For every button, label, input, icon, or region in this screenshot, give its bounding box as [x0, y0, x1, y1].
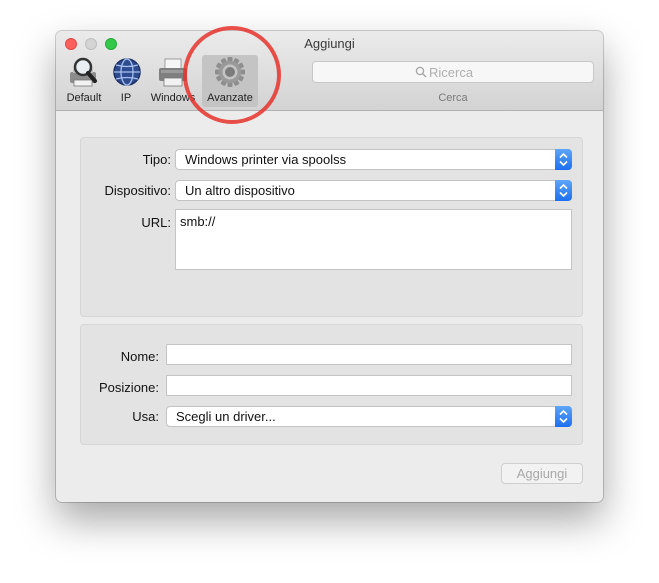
annotation-circle [183, 26, 281, 124]
dispositivo-popup[interactable]: Un altro dispositivo [175, 180, 572, 201]
dispositivo-label: Dispositivo: [104, 183, 171, 198]
tipo-label: Tipo: [142, 152, 171, 167]
title-toolbar: Aggiungi Default IP Windows Avanzate Ric… [56, 31, 603, 111]
nome-label: Nome: [120, 349, 159, 364]
toolbar-item-label: IP [120, 92, 132, 104]
nome-field[interactable] [166, 344, 572, 365]
toolbar-item-label: Default [66, 92, 102, 104]
chevron-updown-icon [555, 406, 572, 427]
globe-icon [113, 58, 141, 86]
url-field[interactable]: smb:// [175, 209, 572, 270]
toolbar-item-ip[interactable]: IP [110, 55, 142, 107]
window-title: Aggiungi [304, 36, 355, 51]
tipo-value: Windows printer via spoolss [185, 152, 347, 167]
chevron-updown-icon [555, 180, 572, 201]
search-input[interactable] [429, 64, 579, 80]
add-printer-window: Aggiungi Default IP Windows Avanzate Ric… [56, 31, 603, 502]
magnifier-printer-icon [70, 57, 97, 87]
tipo-popup[interactable]: Windows printer via spoolss [175, 149, 572, 170]
add-button[interactable]: Aggiungi [501, 463, 583, 484]
printer-details-group: Nome: Posizione: Usa: Scegli un driver..… [80, 324, 583, 445]
posizione-label: Posizione: [99, 380, 159, 395]
url-value: smb:// [180, 214, 216, 229]
url-label: URL: [141, 215, 171, 230]
toolbar-item-default[interactable]: Default [64, 55, 104, 107]
search-field[interactable] [312, 61, 594, 83]
posizione-field[interactable] [166, 375, 572, 396]
chevron-updown-icon [555, 149, 572, 170]
connection-group: Tipo: Windows printer via spoolss Dispos… [80, 137, 583, 317]
dispositivo-value: Un altro dispositivo [185, 183, 295, 198]
driver-popup[interactable]: Scegli un driver... [166, 406, 572, 427]
search-icon [415, 66, 427, 78]
driver-value: Scegli un driver... [176, 409, 276, 424]
search-caption: Cerca [438, 92, 468, 104]
usa-label: Usa: [132, 409, 159, 424]
